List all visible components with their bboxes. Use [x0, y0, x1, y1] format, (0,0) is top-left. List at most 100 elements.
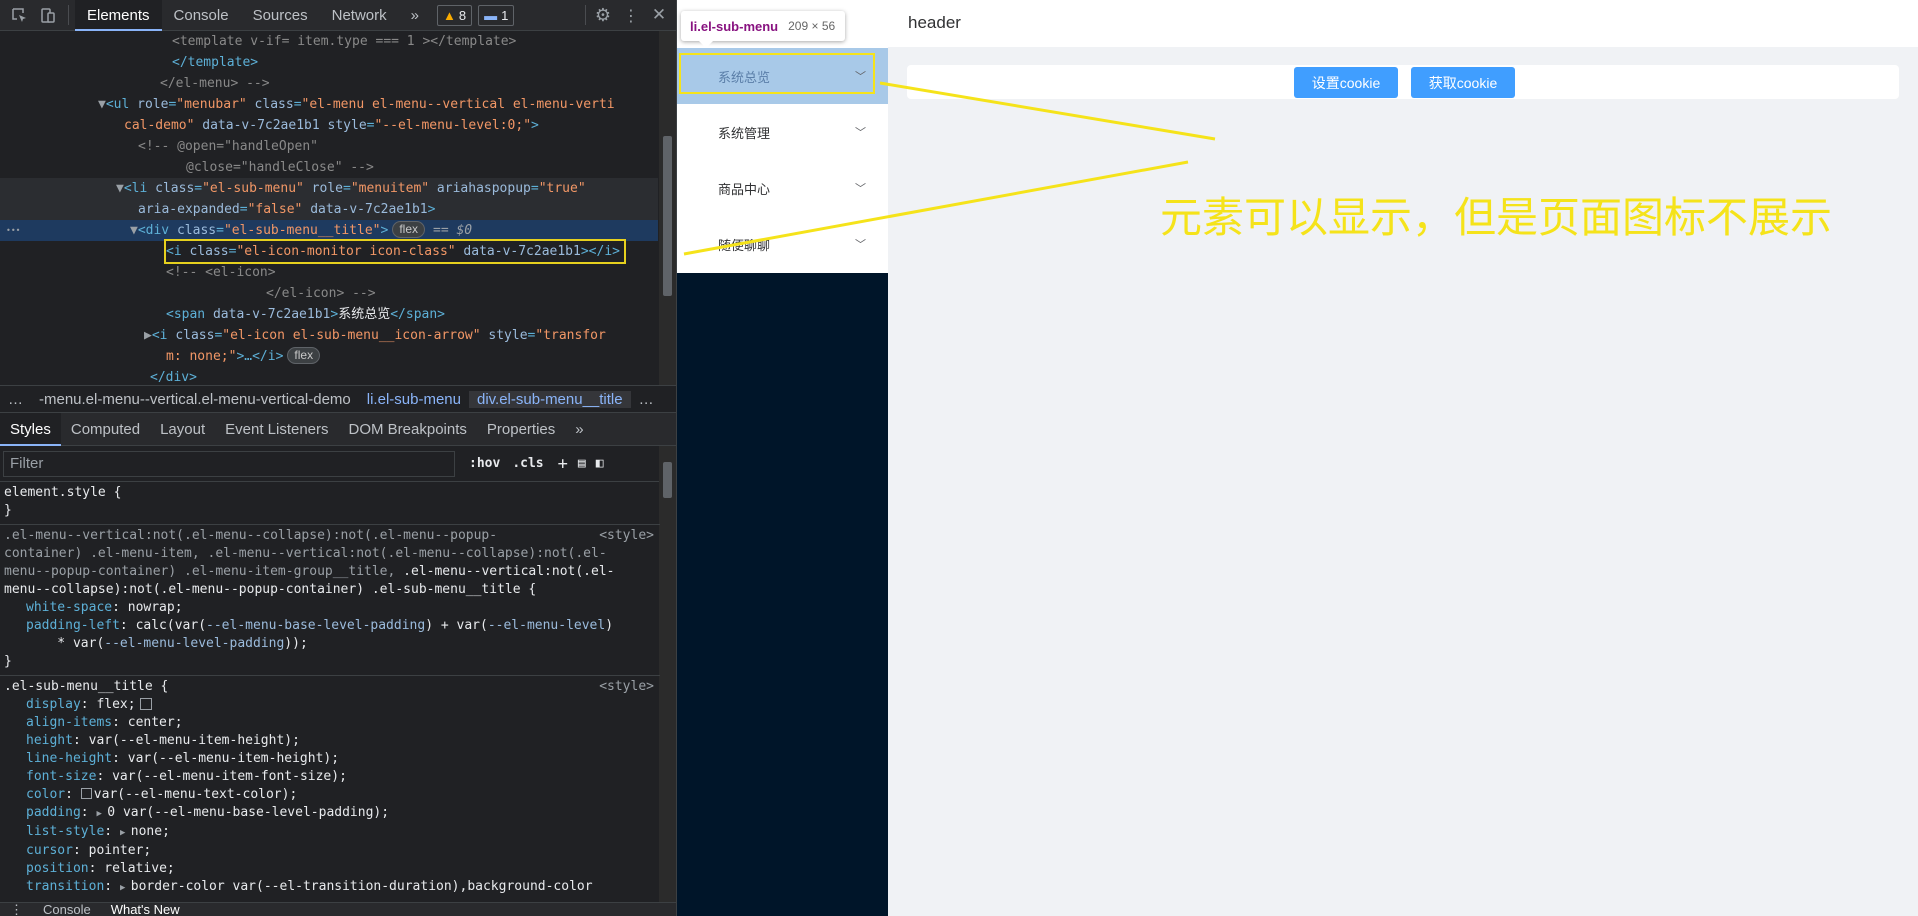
- drawer-tab-whats-new[interactable]: What's New: [101, 903, 190, 916]
- declaration[interactable]: height: var(--el-menu-item-height);: [4, 732, 656, 750]
- more-tabs-button[interactable]: »: [399, 0, 431, 31]
- hov-toggle[interactable]: :hov: [469, 456, 500, 471]
- rule-source-link[interactable]: <style>: [599, 678, 654, 696]
- dom-node-line[interactable]: @close="handleClose" -->: [0, 157, 658, 178]
- set-cookie-button[interactable]: 设置cookie: [1294, 67, 1398, 98]
- declaration[interactable]: font-size: var(--el-menu-item-font-size)…: [4, 768, 656, 786]
- flexbox-editor-icon[interactable]: [139, 698, 152, 710]
- rule-selector-line[interactable]: container) .el-menu-item, .el-menu--vert…: [4, 545, 656, 563]
- expand-shorthand-icon[interactable]: ▶: [120, 828, 131, 838]
- css-var-link[interactable]: --el-menu-base-level-padding: [206, 618, 425, 633]
- prop-value[interactable]: center;: [128, 715, 183, 730]
- inspect-element-icon[interactable]: [8, 4, 30, 26]
- dom-node-line[interactable]: m: none;">…</i> flex: [0, 346, 658, 367]
- prop-value[interactable]: var(--el-menu-text-color);: [94, 787, 298, 802]
- breadcrumb-li[interactable]: li.el-sub-menu: [359, 391, 469, 408]
- styles-filter-input[interactable]: Filter: [3, 450, 455, 477]
- prop-value[interactable]: 0 var(--el-menu-base-level-padding);: [107, 805, 389, 820]
- prop-value[interactable]: flex;: [96, 697, 135, 712]
- prop-name[interactable]: padding: [26, 805, 81, 820]
- prop-value[interactable]: border-color var(--el-transition-duratio…: [131, 879, 593, 894]
- cls-toggle[interactable]: .cls: [512, 456, 543, 471]
- css-var-link[interactable]: --el-menu-level: [488, 618, 605, 633]
- dom-node-line[interactable]: </el-menu> -->: [0, 73, 658, 94]
- dom-node-line[interactable]: cal-demo" data-v-7c2ae1b1 style="--el-me…: [0, 115, 658, 136]
- dom-node-line[interactable]: </el-icon> -->: [0, 283, 658, 304]
- menu-item-chat[interactable]: 随便聊聊 ﹀: [677, 216, 888, 272]
- node-actions-icon[interactable]: •••: [6, 220, 20, 241]
- styles-scrollbar[interactable]: [659, 446, 676, 902]
- prop-value[interactable]: var(--el-menu-item-height);: [128, 751, 339, 766]
- toggle-sidebar-icon[interactable]: ◧: [596, 456, 604, 471]
- prop-name[interactable]: transition: [26, 879, 104, 894]
- declaration[interactable]: align-items: center;: [4, 714, 656, 732]
- dom-node-line[interactable]: ▼<ul role="menubar" class="el-menu el-me…: [0, 94, 658, 115]
- tab-network[interactable]: Network: [320, 0, 399, 31]
- flex-badge[interactable]: flex: [392, 221, 425, 238]
- prop-value[interactable]: nowrap;: [128, 600, 183, 615]
- declaration[interactable]: color: var(--el-menu-text-color);: [4, 786, 656, 804]
- tab-event-listeners[interactable]: Event Listeners: [215, 413, 338, 446]
- warnings-badge[interactable]: ▲ 8: [436, 4, 473, 26]
- dom-node-line[interactable]: ••• ▼<div class="el-sub-menu__title"> flex…: [0, 220, 658, 241]
- dom-node-line[interactable]: ▶<i class="el-icon el-sub-menu__icon-arr…: [0, 325, 658, 346]
- expand-shorthand-icon[interactable]: ▶: [120, 883, 131, 893]
- rule-selector-match[interactable]: .el-menu--vertical:not(.el-: [403, 564, 614, 579]
- prop-value[interactable]: relative;: [104, 861, 174, 876]
- dom-node-line[interactable]: </template>: [0, 52, 658, 73]
- tab-styles[interactable]: Styles: [0, 412, 61, 446]
- declaration[interactable]: transition: ▶ border-color var(--el-tran…: [4, 878, 656, 897]
- prop-name[interactable]: align-items: [26, 715, 112, 730]
- declaration[interactable]: position: relative;: [4, 860, 656, 878]
- rule-selector-line[interactable]: .el-menu--vertical:not(.el-menu--collaps…: [4, 527, 656, 545]
- declaration[interactable]: white-space: nowrap;: [4, 599, 656, 617]
- prop-name[interactable]: position: [26, 861, 89, 876]
- menu-item-product-center[interactable]: 商品中心 ﹀: [677, 160, 888, 216]
- rule-selector-match[interactable]: menu--collapse):not(.el-menu--popup-cont…: [4, 581, 656, 599]
- prop-name[interactable]: list-style: [26, 824, 104, 839]
- prop-name[interactable]: white-space: [26, 600, 112, 615]
- prop-name[interactable]: cursor: [26, 843, 73, 858]
- dom-node-line[interactable]: <i class="el-icon-monitor icon-class" da…: [0, 239, 658, 264]
- tab-dom-breakpoints[interactable]: DOM Breakpoints: [339, 413, 477, 446]
- declaration[interactable]: cursor: pointer;: [4, 842, 656, 860]
- drawer-tab-console[interactable]: Console: [33, 903, 101, 916]
- messages-badge[interactable]: ▬ 1: [478, 4, 515, 26]
- declaration[interactable]: padding: ▶ 0 var(--el-menu-base-level-pa…: [4, 804, 656, 823]
- expand-arrow-icon[interactable]: ▶: [144, 328, 152, 343]
- prop-name[interactable]: color: [26, 787, 65, 802]
- declaration[interactable]: padding-left: calc(var(--el-menu-base-le…: [4, 617, 656, 635]
- breadcrumb-ul[interactable]: -menu.el-menu--vertical.el-menu-vertical…: [31, 391, 359, 408]
- breadcrumb-div-current[interactable]: div.el-sub-menu__title: [468, 390, 631, 408]
- declaration[interactable]: list-style: ▶ none;: [4, 823, 656, 842]
- breadcrumb-ellipsis[interactable]: …: [0, 391, 31, 408]
- close-icon[interactable]: ✕: [648, 4, 670, 26]
- dom-node-line[interactable]: aria-expanded="false" data-v-7c2ae1b1>: [0, 199, 658, 220]
- dom-tree-scrollbar[interactable]: [659, 31, 676, 385]
- expand-arrow-icon[interactable]: ▼: [116, 181, 124, 196]
- rule-selector-match[interactable]: .el-sub-menu__title {: [4, 678, 656, 696]
- more-styles-tabs-button[interactable]: »: [565, 413, 593, 446]
- prop-name[interactable]: height: [26, 733, 73, 748]
- prop-value[interactable]: var(--el-menu-item-height);: [89, 733, 300, 748]
- tab-layout[interactable]: Layout: [150, 413, 215, 446]
- dom-node-line[interactable]: ▼<li class="el-sub-menu" role="menuitem"…: [0, 178, 658, 199]
- dom-tree-scroll-thumb[interactable]: [663, 136, 672, 296]
- prop-name[interactable]: display: [26, 697, 81, 712]
- tab-properties[interactable]: Properties: [477, 413, 565, 446]
- prop-value[interactable]: pointer;: [89, 843, 152, 858]
- get-cookie-button[interactable]: 获取cookie: [1411, 67, 1515, 98]
- tab-elements[interactable]: Elements: [75, 0, 162, 31]
- rule-source-link[interactable]: <style>: [599, 527, 654, 545]
- styles-scroll-thumb[interactable]: [663, 462, 672, 498]
- tab-console[interactable]: Console: [162, 0, 241, 31]
- declaration[interactable]: display: flex;: [4, 696, 656, 714]
- dom-node-line[interactable]: </div>: [0, 367, 658, 385]
- prop-value[interactable]: var(--el-menu-item-font-size);: [112, 769, 347, 784]
- dom-node-line[interactable]: <template v-if= item.type === 1 ></templ…: [0, 31, 658, 52]
- dom-node-line[interactable]: <!-- <el-icon>: [0, 262, 658, 283]
- flex-badge[interactable]: flex: [287, 347, 321, 364]
- rule-selector-line[interactable]: menu--popup-container) .el-menu-item-gro…: [4, 564, 403, 579]
- css-var-link[interactable]: --el-menu-level-padding: [104, 636, 284, 651]
- dom-node-line[interactable]: <!-- @open="handleOpen": [0, 136, 658, 157]
